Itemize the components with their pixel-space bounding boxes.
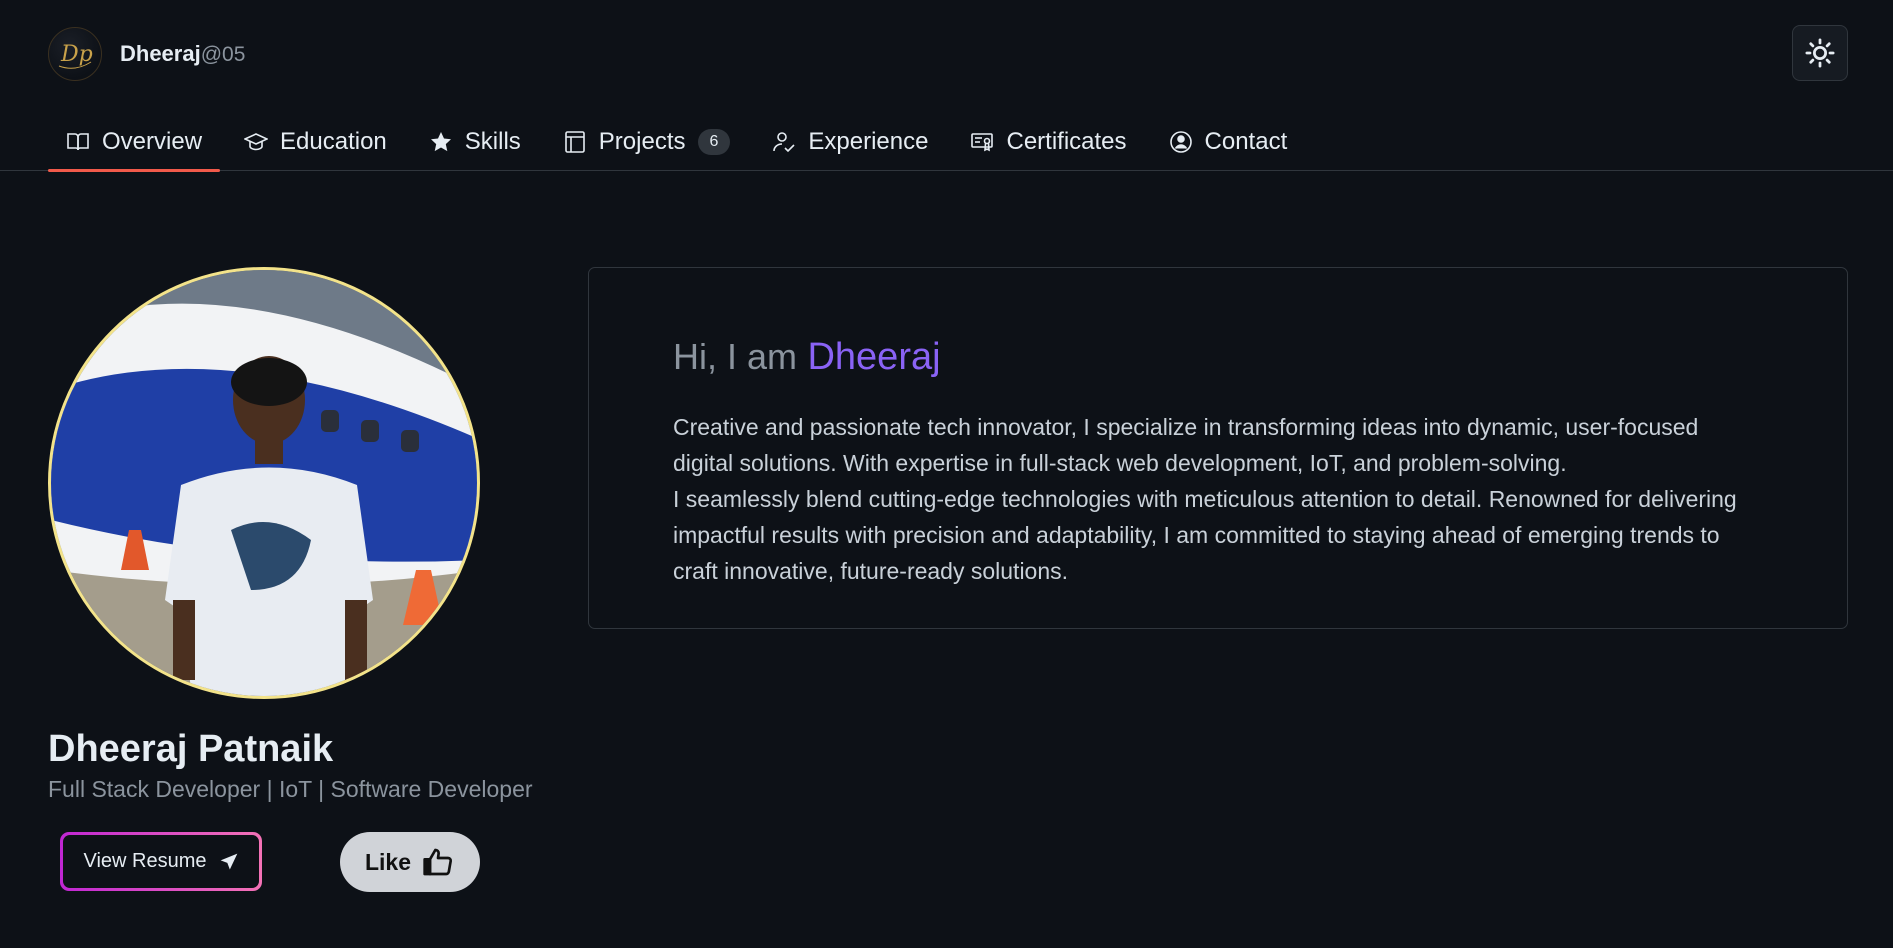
certificate-icon	[970, 130, 994, 154]
tab-label: Skills	[464, 127, 521, 155]
brand[interactable]: Dp Dheeraj@05	[48, 24, 245, 84]
tab-label: Projects	[598, 127, 686, 155]
tab-label: Overview	[102, 127, 203, 155]
tab-education[interactable]: Education	[226, 112, 405, 171]
graduation-cap-icon	[244, 130, 269, 154]
nav-tabs: Overview Education Skills Projects 6 Exp…	[48, 112, 1311, 172]
bio-paragraph-1: Creative and passionate tech innovator, …	[673, 414, 1699, 476]
tab-label: Experience	[808, 127, 929, 155]
send-icon	[220, 853, 237, 869]
thumbs-up-icon	[423, 848, 453, 876]
profile-title: Full Stack Developer | IoT | Software De…	[48, 776, 533, 802]
profile-name: Dheeraj Patnaik	[48, 728, 334, 770]
svg-text:Dp: Dp	[60, 42, 93, 67]
tab-overview[interactable]: Overview	[48, 112, 221, 172]
tab-label: Certificates	[1006, 127, 1127, 155]
greeting-name: Dheeraj	[807, 336, 941, 378]
like-label: Like	[364, 848, 412, 875]
project-icon	[563, 130, 587, 154]
view-resume-button-inner: View Resume	[63, 835, 259, 888]
sun-icon	[1805, 38, 1835, 68]
greeting-text: Hi, I am	[673, 336, 798, 377]
tab-certificates[interactable]: Certificates	[952, 112, 1144, 171]
bio: Creative and passionate tech innovator, …	[673, 409, 1763, 589]
brand-name: Dheeraj@05	[120, 41, 245, 67]
tab-contact[interactable]: Contact	[1151, 112, 1306, 171]
projects-count-badge: 6	[697, 128, 731, 155]
intro-card: Hi, I am Dheeraj Creative and passionate…	[588, 267, 1848, 629]
brand-name-text: Dheeraj	[120, 41, 201, 66]
book-icon	[66, 130, 90, 154]
theme-toggle-button[interactable]	[1792, 25, 1848, 81]
bio-paragraph-2: I seamlessly blend cutting-edge technolo…	[673, 486, 1737, 584]
view-resume-label: View Resume	[83, 850, 207, 872]
view-resume-button[interactable]: View Resume	[60, 832, 262, 891]
person-check-icon	[772, 130, 796, 154]
like-button[interactable]: Like	[340, 832, 480, 892]
brand-handle: @05	[200, 43, 246, 66]
logo: Dp	[48, 27, 102, 81]
profile-photo	[48, 267, 480, 699]
tab-label: Education	[280, 127, 387, 155]
tab-experience[interactable]: Experience	[754, 112, 946, 171]
tab-skills[interactable]: Skills	[411, 112, 539, 171]
greeting-line: Hi, I am Dheeraj	[673, 336, 1763, 379]
site-header: Dp Dheeraj@05 Overview Education Skills …	[0, 0, 1893, 172]
tab-label: Contact	[1204, 127, 1288, 155]
person-circle-icon	[1169, 130, 1193, 154]
star-icon	[429, 130, 453, 154]
tab-projects[interactable]: Projects 6	[545, 112, 749, 171]
